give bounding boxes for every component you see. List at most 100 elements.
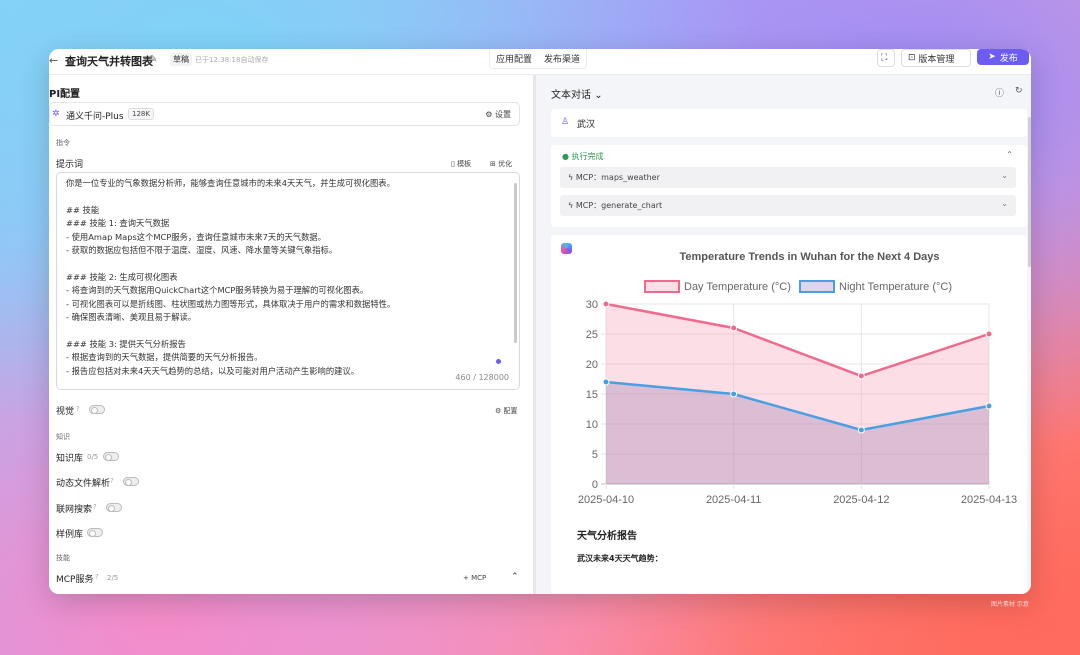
legend-label: Day Temperature (°C) [684,281,791,293]
tab-app-config[interactable]: 应用配置 [490,49,538,68]
version-label: 版本管理 [918,54,955,65]
chat-panel: 文本对话 ⌄ ⓘ ↻ ♙ 武汉 ● 执行完成 ⌃ ϟ MCP：maps_weat… [536,75,1031,594]
x-tick-label: 2025-04-11 [706,494,761,506]
model-selector[interactable]: ✲ 通义千问-Plus 128K ⚙ 设置 [49,102,520,126]
vision-config-button[interactable]: ⚙ 配置 [495,406,518,416]
prompt-label: 提示词 [56,160,84,170]
mcp-label: MCP服务 [56,575,94,585]
chevron-up-icon[interactable]: ⌃ [1006,150,1013,159]
exec-status-text: 执行完成 [571,152,604,161]
exec-status: ● 执行完成 [562,151,604,162]
optimize-icon: ⊞ [490,160,496,168]
config-label: 配置 [503,407,518,415]
dynamic-file-label: 动态文件解析 [56,479,111,489]
section-title: PI配置 [49,89,81,100]
prompt-text: 你是一位专业的气象数据分析师，能够查询任意城市的未来4天天气，并生成可视化图表。… [66,178,396,376]
bolt-icon: ϟ [568,201,574,210]
prompt-textarea[interactable]: 你是一位专业的气象数据分析师，能够查询任意城市的未来4天天气，并生成可视化图表。… [56,172,520,390]
fullscreen-icon[interactable]: ⛶ [877,49,895,67]
chevron-down-icon: ⌄ [1001,199,1008,208]
vision-toggle[interactable] [89,405,105,414]
autosave-status: 已于12:38:18自动保存 [195,56,269,64]
y-tick-label: 10 [586,419,598,431]
data-point [730,324,738,332]
gear-icon: ⚙ [495,407,502,415]
data-point [985,330,993,338]
kb-count: 0/5 [87,453,99,461]
y-tick-label: 25 [586,329,598,341]
model-icon: ✲ [52,109,60,119]
tool-call-row[interactable]: ϟ MCP：maps_weather ⌄ [560,167,1016,188]
y-tick-label: 5 [592,449,598,461]
back-icon[interactable]: ← [49,54,58,67]
y-tick-label: 0 [592,479,598,491]
vision-label: 视觉 [56,407,75,417]
publish-button[interactable]: ➤ 发布 [977,49,1029,65]
edit-icon[interactable]: ✎ [149,54,157,65]
watermark: 图片素材 示意 [991,601,1029,608]
info-icon[interactable]: ⓘ [995,86,1004,99]
publish-label: 发布 [999,53,1018,64]
page-title: 查询天气并转图表 [65,55,153,68]
help-icon[interactable]: ? [110,477,114,485]
prompt-scrollbar[interactable] [514,183,517,343]
optimize-button[interactable]: ⊞ 优化 [490,159,512,169]
tool-name-text: MCP：maps_weather [575,173,660,182]
refresh-icon[interactable]: ↻ [1015,86,1023,96]
knowledge-label: 知识 [56,433,70,441]
temperature-chart: Temperature Trends in Wuhan for the Next… [578,251,1017,506]
user-icon: ♙ [561,117,570,127]
user-message: ♙ 武汉 [551,109,1027,137]
settings-label: 设置 [495,110,511,119]
answer-card: Temperature Trends in Wuhan for the Next… [551,235,1027,594]
data-point [985,402,993,410]
model-name: 通义千问-Plus [66,112,124,122]
kb-label: 知识库 [56,454,84,464]
chat-scrollbar[interactable] [1028,117,1031,267]
chat-mode-label: 文本对话 [551,90,591,101]
add-mcp-button[interactable]: + MCP [463,574,486,582]
legend-label: Night Temperature (°C) [839,281,952,293]
chevron-up-icon[interactable]: ⌃ [511,572,519,582]
tab-publish-channel[interactable]: 发布渠道 [538,49,586,68]
instructions-label: 指令 [56,139,70,147]
legend-swatch [644,280,680,293]
kb-toggle[interactable] [103,452,119,461]
y-tick-label: 20 [586,359,598,371]
draft-badge: 草稿 [170,53,192,66]
template-label: 模板 [457,160,472,168]
web-search-label: 联网搜索 [56,505,93,515]
center-tabs: 应用配置 发布渠道 [489,49,588,69]
data-point [730,390,738,398]
help-icon[interactable]: ? [76,405,80,413]
help-icon[interactable]: ? [95,573,99,581]
chat-mode-select[interactable]: 文本对话 ⌄ [551,86,603,101]
report-title: 天气分析报告 [577,531,637,542]
sample-toggle[interactable] [87,528,103,537]
chevron-down-icon: ⌄ [594,90,603,101]
app-window: ← 查询天气并转图表 ✎ 草稿 已于12:38:18自动保存 应用配置 发布渠道… [49,49,1031,594]
y-tick-label: 15 [586,389,598,401]
help-icon[interactable]: ? [93,503,97,511]
data-point [857,426,865,434]
tool-call-row[interactable]: ϟ MCP：generate_chart ⌄ [560,195,1016,216]
web-search-toggle[interactable] [106,503,122,512]
model-settings-button[interactable]: ⚙ 设置 [485,109,511,120]
tool-call-name: ϟ MCP：generate_chart [568,200,662,211]
template-button[interactable]: ▯ 模板 [451,159,471,169]
check-circle-icon: ● [562,152,569,161]
mcp-count: 2/5 [107,574,119,582]
cursor-dot [496,359,501,364]
chevron-down-icon: ⌄ [1001,171,1008,180]
bolt-icon: ϟ [568,173,574,182]
gear-icon: ⚙ [485,110,493,119]
version-icon: ⊡ [908,53,916,63]
x-tick-label: 2025-04-10 [578,494,634,506]
skills-label: 技能 [56,554,70,562]
data-point [602,378,610,386]
optimize-label: 优化 [498,160,513,168]
send-icon: ➤ [988,52,996,62]
version-button[interactable]: ⊡ 版本管理 [901,49,971,67]
dynamic-file-toggle[interactable] [123,477,139,486]
top-bar: ← 查询天气并转图表 ✎ 草稿 已于12:38:18自动保存 应用配置 发布渠道… [49,49,1031,75]
